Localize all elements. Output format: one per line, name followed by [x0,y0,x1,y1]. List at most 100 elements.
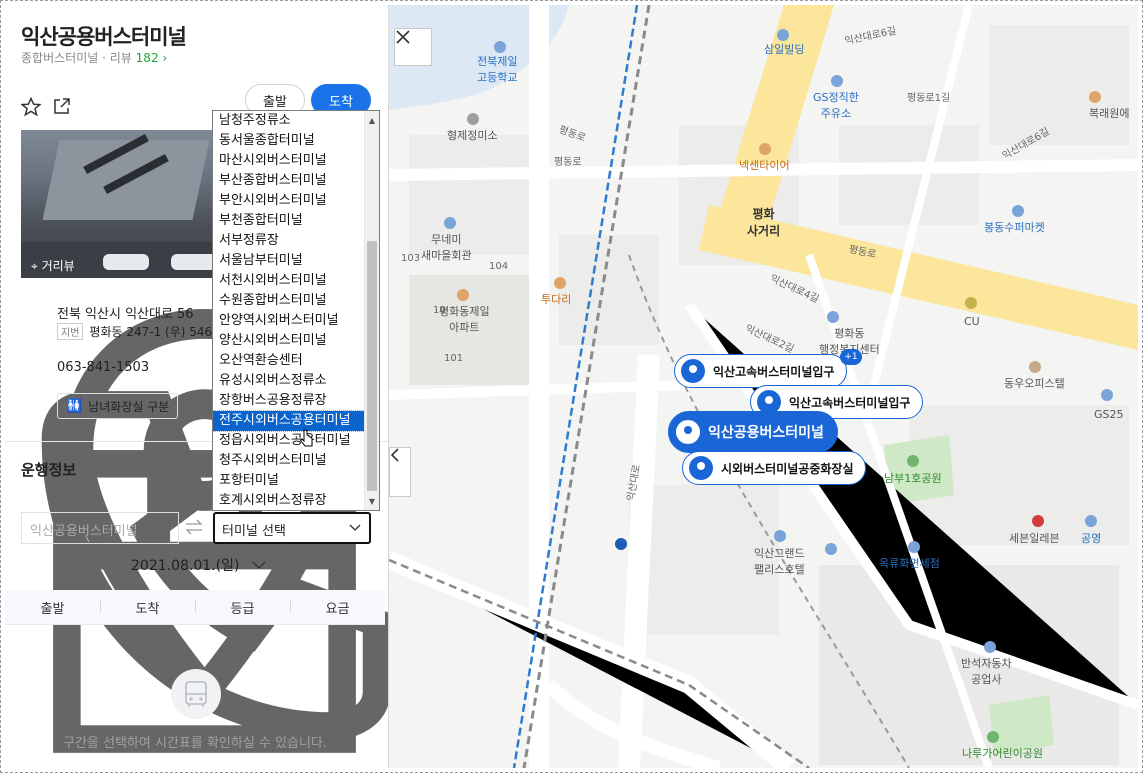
park-icon[interactable] [907,455,919,467]
close-map-button[interactable] [394,28,432,66]
hall-icon[interactable] [444,217,456,229]
restaurant-icon[interactable] [1089,91,1101,103]
map-label-cu[interactable]: CU [964,315,980,328]
map-view[interactable]: 전북제일 고등학교 삼일빌딩 익산대로6길 GS정직한 주유소 복래원에 평동로… [389,5,1138,768]
poi-icon[interactable] [467,113,479,125]
dropdown-option[interactable]: 서천시외버스터미널 [213,271,365,291]
column-header: 등급 [195,598,290,617]
map-label-hyeongje[interactable]: 형제정미소 [447,127,498,143]
dropdown-option[interactable]: 부안시외버스터미널 [213,191,365,211]
terminal-dropdown-list[interactable]: 남청주정류소 동서울종합터미널 마산시외버스터미널 부산종합버스터미널 부안시외버스터미… [212,110,380,511]
school-icon[interactable] [494,41,506,53]
dropdown-option[interactable]: 마산시외버스터미널 [213,151,365,171]
mart-icon[interactable] [1012,205,1024,217]
seven-eleven-icon[interactable] [1032,515,1044,527]
office-icon[interactable] [827,311,839,323]
dropdown-scrollbar[interactable]: ▲ ▼ [364,111,379,510]
parking-icon[interactable] [825,543,837,555]
jibun-text: 평화동 247-1 (우) 5467 [89,325,220,339]
dropdown-option[interactable]: 유성시외버스정류소 [213,371,365,391]
phone-number[interactable]: 063-841-1503 [57,360,149,375]
dropdown-option[interactable]: 수원종합버스터미널 [213,291,365,311]
map-label-grand[interactable]: 익산그랜드 팰리스호텔 [754,545,805,577]
place-photo[interactable]: ⌖ 거리뷰 [21,130,221,278]
from-terminal-field[interactable]: 익산공용버스터미널 [21,512,179,544]
dropdown-option[interactable]: 오산역환승센터 [213,351,365,371]
map-label-dongwoo[interactable]: 동우오피스텔 [1004,375,1065,391]
photo-car [171,254,217,270]
star-icon[interactable] [21,97,41,117]
map-label-seven[interactable]: 세븐일레븐 [1009,530,1060,546]
hotel-icon[interactable] [774,530,786,542]
dropdown-option[interactable]: 포항터미널 [213,471,365,491]
gs25-icon[interactable] [1101,389,1113,401]
dropdown-option[interactable]: 청주시외버스터미널 [213,451,365,471]
dropdown-option[interactable]: 서울남부터미널 [213,251,365,271]
scroll-up-icon[interactable]: ▲ [365,113,379,127]
dropdown-option[interactable]: 동서울종합터미널 [213,131,365,151]
dropdown-option[interactable]: 전주시외버스공용터미널 [213,410,366,432]
map-label-samil[interactable]: 삼일빌딩 [764,41,804,57]
address-text[interactable]: 전북 익산시 익산대로 56 [57,303,194,322]
map-label-bokrye[interactable]: 복래원에 [1089,105,1129,121]
dropdown-option[interactable]: 정읍시외버스공용터미널 [213,431,365,451]
terminal-select[interactable]: 터미널 선택 [213,512,371,544]
review-label[interactable]: 리뷰 [110,51,132,65]
swap-icon[interactable] [183,518,205,536]
gas-station-icon[interactable] [831,75,843,87]
scroll-down-icon[interactable]: ▼ [365,494,379,508]
parking-icon[interactable] [615,538,627,550]
place-category: 종합버스터미널 [21,51,99,65]
map-marker[interactable]: 시외버스터미널공중화장실 [682,451,867,485]
map-label-num: 104 [489,261,509,272]
collapse-panel-button[interactable] [389,447,411,497]
schedule-table-header: 출발 도착 등급 요금 [5,590,385,625]
share-icon[interactable] [53,97,71,115]
dropdown-option[interactable]: 호계시외버스정류장 [213,491,365,510]
officetel-icon[interactable] [1029,361,1041,373]
streetview-label[interactable]: ⌖ 거리뷰 [31,257,75,274]
shop-icon[interactable] [759,143,771,155]
map-label-gs25[interactable]: GS25 [1094,408,1124,421]
map-label-bongdong[interactable]: 봉동수퍼마켓 [984,219,1045,235]
dropdown-option[interactable]: 남청주정류소 [213,111,365,131]
map-label-parking[interactable]: 공영 [1081,530,1101,546]
map-label-banseok[interactable]: 반석자동차 공업사 [961,655,1012,687]
column-header: 도착 [100,598,195,617]
apartment-icon[interactable] [457,289,469,301]
marker-label: 익산고속버스터미널입구 [713,364,835,379]
map-label-gs[interactable]: GS정직한 주유소 [813,89,859,121]
selected-map-marker[interactable]: 익산공용버스터미널 [668,411,838,453]
map-label-nexen[interactable]: 넥센타이어 [739,157,790,173]
cu-icon[interactable] [965,297,977,309]
map-label-pyeonghwa[interactable]: 평화 사거리 [747,205,780,239]
scroll-thumb[interactable] [367,241,377,491]
dropdown-option[interactable]: 양산시외버스터미널 [213,331,365,351]
dropdown-option[interactable]: 장항버스공용정류장 [213,391,365,411]
dropdown-option[interactable]: 부산종합버스터미널 [213,171,365,191]
date-selector[interactable]: 2021.08.01.(일) [131,555,266,575]
map-label-park1[interactable]: 남부1호공원 [884,470,942,486]
place-subtitle: 종합버스터미널 · 리뷰 182 › [21,51,168,65]
repair-icon[interactable] [984,641,996,653]
map-label-okryu[interactable]: 옥류화면세점 [879,555,940,571]
empty-message: 구간을 선택하여 시간표를 확인하실 수 있습니다. [63,736,327,751]
bar-icon[interactable] [554,277,566,289]
map-label-school[interactable]: 전북제일 고등학교 [477,53,517,85]
duty-free-icon[interactable] [908,541,920,553]
map-label-narugaeo[interactable]: 나루가어린이공원 [962,745,1043,761]
marker-count-badge[interactable]: +1 [840,349,862,365]
map-label-apt[interactable]: 평화동제일 아파트 [439,303,490,335]
dropdown-option[interactable]: 부천종합터미널 [213,211,365,231]
dropdown-option[interactable]: 안양역시외버스터미널 [213,311,365,331]
building-icon[interactable] [777,29,789,41]
review-count[interactable]: 182 [136,51,159,65]
park-icon[interactable] [987,731,999,743]
schedule-title: 운행정보 [21,461,77,479]
map-label-munemi[interactable]: 무네미 새마을회관 [421,231,472,263]
parking-icon[interactable] [1085,515,1097,527]
map-label-tudari[interactable]: 투다리 [541,291,571,307]
chevron-down-icon [252,561,266,569]
dropdown-option[interactable]: 서부정류장 [213,231,365,251]
map-marker[interactable]: 익산고속버스터미널입구 [674,354,848,388]
